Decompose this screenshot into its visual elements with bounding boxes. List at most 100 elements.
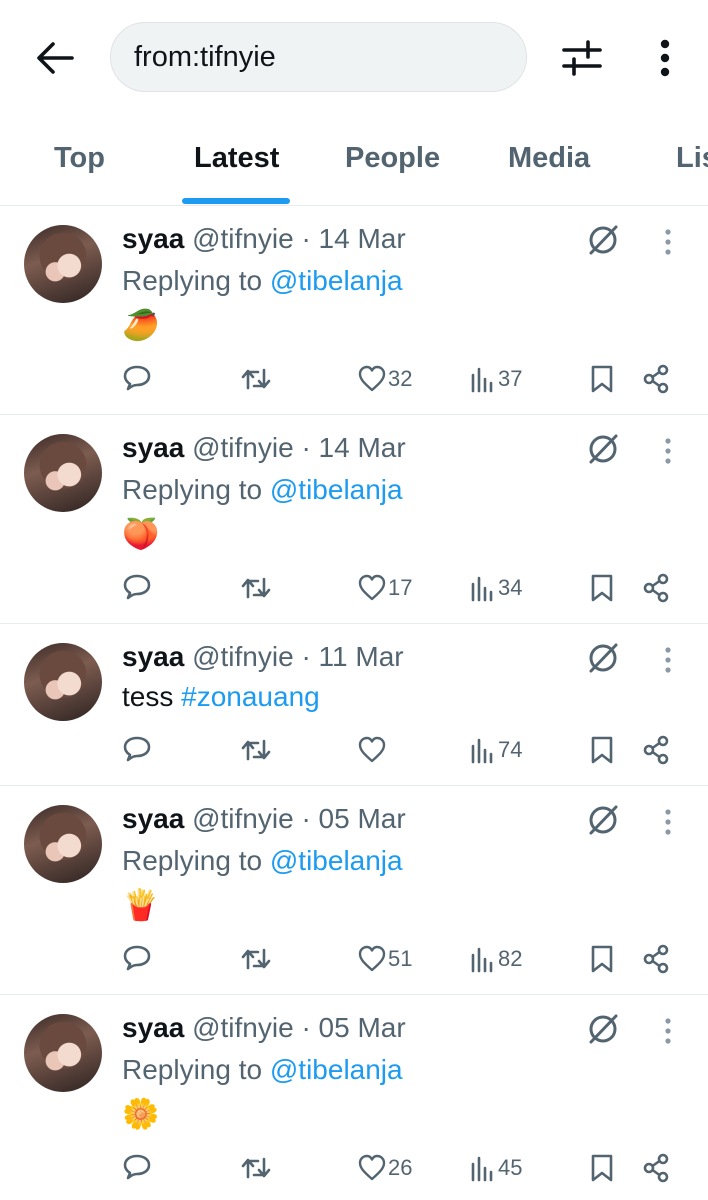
bookmark-button[interactable] — [590, 573, 614, 603]
reply-button[interactable] — [122, 573, 152, 603]
tab-top[interactable]: Top — [54, 142, 105, 175]
display-name[interactable]: syaa — [122, 223, 184, 254]
tweet-date[interactable]: 14 Mar — [319, 432, 406, 463]
retweet-button[interactable] — [240, 944, 272, 974]
tab-people[interactable]: People — [345, 142, 440, 175]
grok-icon[interactable] — [586, 641, 620, 675]
grok-icon[interactable] — [586, 803, 620, 837]
share-icon — [643, 735, 669, 765]
grok-icon[interactable] — [586, 432, 620, 466]
user-handle[interactable]: @tifnyie — [192, 1012, 294, 1043]
retweet-button[interactable] — [240, 573, 272, 603]
tweet[interactable]: syaa @tifnyie · 14 Mar Replying to @tibe… — [0, 207, 708, 415]
bookmark-button[interactable] — [590, 735, 614, 765]
tab-lists[interactable]: Lists — [676, 142, 708, 175]
tweet[interactable]: syaa @tifnyie · 05 Mar Replying to @tibe… — [0, 787, 708, 995]
tweet-more-icon[interactable] — [660, 436, 676, 466]
bookmark-button[interactable] — [590, 944, 614, 974]
reply-button[interactable] — [122, 735, 152, 765]
avatar[interactable] — [24, 434, 102, 512]
share-button[interactable] — [642, 573, 670, 603]
heart-icon — [358, 736, 386, 763]
user-handle[interactable]: @tifnyie — [192, 223, 294, 254]
mention-link[interactable]: @tibelanja — [270, 265, 403, 296]
retweet-icon — [241, 1157, 271, 1179]
tweet-header: syaa @tifnyie · 05 Mar — [122, 1012, 406, 1044]
more-options-button[interactable] — [648, 36, 682, 80]
user-handle[interactable]: @tifnyie — [192, 803, 294, 834]
views-button[interactable]: 37 — [470, 364, 522, 394]
tweet-date[interactable]: 05 Mar — [319, 803, 406, 834]
hashtag-link[interactable]: #zonauang — [181, 681, 320, 712]
grok-icon[interactable] — [586, 1012, 620, 1046]
replying-to: Replying to @tibelanja — [122, 265, 403, 297]
user-handle[interactable]: @tifnyie — [192, 432, 294, 463]
avatar[interactable] — [24, 643, 102, 721]
heart-icon — [358, 574, 386, 601]
heart-icon — [358, 1154, 386, 1181]
tweet-more-icon[interactable] — [660, 227, 676, 257]
user-handle[interactable]: @tifnyie — [192, 641, 294, 672]
view-count: 45 — [498, 1155, 523, 1180]
replying-to-label: Replying to — [122, 845, 263, 876]
views-button[interactable]: 82 — [470, 944, 522, 974]
back-button[interactable] — [30, 36, 80, 80]
tweet-date[interactable]: 11 Mar — [319, 641, 404, 672]
share-button[interactable] — [642, 1153, 670, 1183]
mention-link[interactable]: @tibelanja — [270, 845, 403, 876]
bookmark-icon — [591, 365, 613, 393]
like-button[interactable]: 17 — [358, 573, 412, 603]
top-bar: from:tifnyie — [0, 0, 708, 120]
tweet-header: syaa @tifnyie · 14 Mar — [122, 223, 406, 255]
heart-icon — [358, 365, 386, 392]
tweet-date[interactable]: 05 Mar — [319, 1012, 406, 1043]
like-button[interactable]: 51 — [358, 944, 412, 974]
retweet-button[interactable] — [240, 735, 272, 765]
retweet-icon — [241, 948, 271, 970]
bookmark-icon — [591, 574, 613, 602]
bookmark-button[interactable] — [590, 364, 614, 394]
display-name[interactable]: syaa — [122, 641, 184, 672]
search-input[interactable]: from:tifnyie — [110, 22, 527, 92]
avatar[interactable] — [24, 1014, 102, 1092]
display-name[interactable]: syaa — [122, 803, 184, 834]
tab-media[interactable]: Media — [508, 142, 590, 175]
mention-link[interactable]: @tibelanja — [270, 1054, 403, 1085]
reply-button[interactable] — [122, 944, 152, 974]
mention-link[interactable]: @tibelanja — [270, 474, 403, 505]
search-query: from:tifnyie — [134, 40, 276, 73]
tweet[interactable]: syaa @tifnyie · 05 Mar Replying to @tibe… — [0, 996, 708, 1200]
like-count: 32 — [388, 366, 413, 391]
like-button[interactable]: 26 — [358, 1153, 412, 1183]
views-button[interactable]: 74 — [470, 735, 522, 765]
search-filter-button[interactable] — [560, 36, 604, 80]
tab-latest[interactable]: Latest — [194, 142, 279, 175]
like-button[interactable] — [358, 735, 388, 765]
share-button[interactable] — [642, 944, 670, 974]
views-button[interactable]: 34 — [470, 573, 522, 603]
like-button[interactable]: 32 — [358, 364, 412, 394]
grok-icon[interactable] — [586, 223, 620, 257]
tweet-more-icon[interactable] — [660, 1016, 676, 1046]
tweet[interactable]: syaa @tifnyie · 11 Mar tess #zonauang 74 — [0, 625, 708, 786]
avatar[interactable] — [24, 805, 102, 883]
retweet-button[interactable] — [240, 364, 272, 394]
tweet-more-icon[interactable] — [660, 645, 676, 675]
tweet-more-icon[interactable] — [660, 807, 676, 837]
share-button[interactable] — [642, 735, 670, 765]
views-chart-icon — [471, 367, 493, 393]
share-button[interactable] — [642, 364, 670, 394]
search-tabs: Top Latest People Media Lists — [0, 120, 708, 206]
tweet-text: tess #zonauang — [122, 681, 320, 713]
tweet[interactable]: syaa @tifnyie · 14 Mar Replying to @tibe… — [0, 416, 708, 624]
bookmark-button[interactable] — [590, 1153, 614, 1183]
share-icon — [643, 364, 669, 394]
reply-button[interactable] — [122, 364, 152, 394]
views-button[interactable]: 45 — [470, 1153, 522, 1183]
retweet-button[interactable] — [240, 1153, 272, 1183]
tweet-date[interactable]: 14 Mar — [319, 223, 406, 254]
reply-button[interactable] — [122, 1153, 152, 1183]
display-name[interactable]: syaa — [122, 1012, 184, 1043]
avatar[interactable] — [24, 225, 102, 303]
display-name[interactable]: syaa — [122, 432, 184, 463]
